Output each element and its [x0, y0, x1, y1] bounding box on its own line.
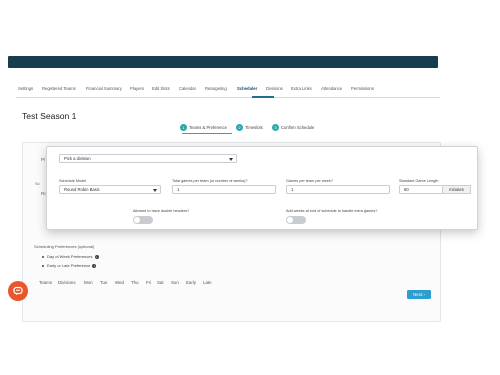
tab-divisions[interactable]: Divisions	[266, 86, 283, 91]
subtab-sun[interactable]: Sun	[171, 280, 179, 285]
tab-financial-summary[interactable]: Financial Summary	[86, 86, 122, 91]
scheduling-preferences-title: Scheduling Preferences (optional)	[34, 244, 95, 249]
total-games-label: Total games per team (or number of weeks…	[172, 179, 248, 183]
toggle-knob	[287, 217, 293, 223]
background-fragment: Sc	[35, 181, 40, 186]
step-confirm-schedule[interactable]: 3 Confirm Schedule	[272, 124, 314, 131]
schedule-model-label: Schedule Model	[59, 179, 87, 183]
step-number: 2	[236, 124, 243, 131]
step-number: 3	[272, 124, 279, 131]
step-label: Confirm Schedule	[281, 125, 315, 130]
toggle-knob	[134, 217, 140, 223]
tab-retargeting[interactable]: Retargeting	[205, 86, 227, 91]
total-games-input[interactable]: 1	[172, 185, 276, 194]
tab-edit-slots[interactable]: Edit Slots	[152, 86, 170, 91]
tab-scheduler[interactable]: Scheduler	[237, 86, 257, 91]
division-settings-panel: Pick a division Schedule Model Round Rob…	[46, 146, 478, 230]
subtab-teams[interactable]: Teams	[39, 280, 52, 285]
subtab-thu[interactable]: Thu	[131, 280, 139, 285]
game-length-unit: minutes	[443, 185, 471, 194]
games-per-week-input[interactable]: 1	[286, 185, 390, 194]
tab-players[interactable]: Players	[130, 86, 144, 91]
subtab-fri[interactable]: Fri	[146, 280, 151, 285]
tab-registered-teams[interactable]: Registered Teams	[42, 86, 76, 91]
chat-glyph	[13, 286, 23, 296]
subtab-sat[interactable]: Sat	[157, 280, 164, 285]
double-headers-label: Allowed to have double headers?	[133, 209, 190, 213]
step-label: Teams & Preference	[189, 125, 227, 130]
tab-calendar[interactable]: Calendar	[179, 86, 196, 91]
step-timeslots[interactable]: 2 Timeslots	[236, 124, 263, 131]
app-header-bar	[8, 56, 438, 68]
tab-extra-links[interactable]: Extra Links	[291, 86, 312, 91]
game-length-input[interactable]: 60	[399, 185, 443, 194]
subtab-wed[interactable]: Wed	[115, 280, 124, 285]
chevron-down-icon	[153, 188, 157, 192]
double-headers-toggle[interactable]	[133, 216, 153, 224]
page-title: Test Season 1	[22, 111, 77, 121]
pref-label: Early or Late Preference	[47, 263, 91, 268]
division-select-value: Pick a division	[64, 156, 91, 161]
chevron-down-icon	[229, 157, 233, 161]
pref-label: Day of Week Preferences	[47, 254, 93, 259]
tab-attendance[interactable]: Attendance	[321, 86, 342, 91]
bullet	[42, 255, 44, 258]
division-select[interactable]: Pick a division	[59, 154, 237, 163]
schedule-model-value: Round Robin Basic	[64, 187, 100, 192]
step-number: 1	[180, 124, 187, 131]
nav-tabs: Settings Registered Teams Financial Summ…	[16, 84, 440, 98]
extra-weeks-label: Add weeks at end of schedule to handle e…	[286, 209, 378, 213]
chat-bubble-icon[interactable]	[8, 281, 28, 301]
pref-early-late[interactable]: Early or Late Preference i	[42, 263, 97, 268]
subtab-early[interactable]: Early	[186, 280, 196, 285]
info-icon[interactable]: i	[94, 254, 99, 259]
schedule-model-select[interactable]: Round Robin Basic	[59, 185, 161, 194]
next-button[interactable]: Next ›	[407, 290, 431, 299]
active-tab-indicator	[252, 96, 274, 98]
tab-permissions[interactable]: Permissions	[351, 86, 374, 91]
step-label: Timeslots	[245, 125, 263, 130]
game-length-label: Standard Game Length	[399, 179, 439, 183]
subtab-late[interactable]: Late	[203, 280, 212, 285]
info-icon[interactable]: i	[92, 263, 97, 268]
step-teams-preference[interactable]: 1 Teams & Preference	[180, 124, 227, 131]
pref-day-of-week[interactable]: Day of Week Preferences i	[42, 254, 99, 259]
tab-settings[interactable]: Settings	[18, 86, 33, 91]
subtab-tue[interactable]: Tue	[100, 280, 107, 285]
subtab-mon[interactable]: Mon	[84, 280, 93, 285]
games-per-week-label: Games per team per week?	[286, 179, 333, 183]
subtab-divisions[interactable]: Divisions	[58, 280, 76, 285]
bullet	[42, 264, 44, 267]
step-progress-line	[182, 132, 232, 134]
extra-weeks-toggle[interactable]	[286, 216, 306, 224]
background-fragment: Pi	[41, 157, 46, 162]
